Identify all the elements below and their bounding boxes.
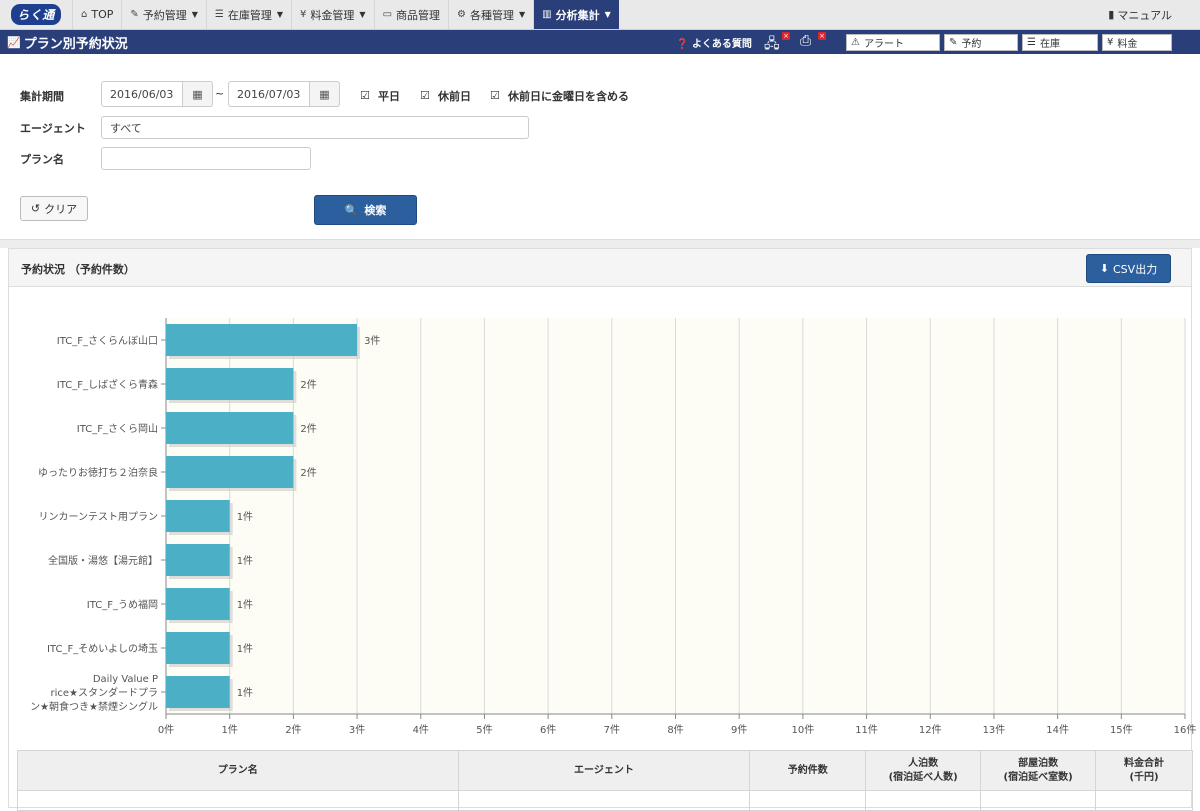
nav-item-products[interactable]: ▭ 商品管理 — [373, 0, 448, 29]
nav-item-label: 各種管理 — [470, 8, 514, 22]
nav-item-analytics[interactable]: ▥ 分析集計 ▼ — [533, 0, 619, 29]
calendar-icon: ▦ — [319, 87, 330, 101]
nav-item-label: 商品管理 — [396, 8, 441, 22]
include-friday-checkbox[interactable]: ☑ 休前日に金曜日を含める — [490, 88, 629, 104]
clear-button[interactable]: ↺ クリア — [20, 196, 88, 221]
col-agent[interactable]: エージェント — [457, 750, 751, 791]
checkbox-label: 休前日に金曜日を含める — [508, 90, 629, 103]
logo-text: らく通 — [11, 4, 61, 25]
quick-alert-button[interactable]: ⚠ アラート — [846, 34, 940, 51]
check-icon: ☑ — [360, 89, 370, 102]
col-room-nights[interactable]: 部屋泊数 (宿泊延べ室数) — [980, 750, 1097, 791]
calendar-to-button[interactable]: ▦ — [310, 81, 340, 107]
nav-item-top[interactable]: ⌂ TOP — [72, 0, 121, 29]
quick-reservation-button[interactable]: ✎ 予約 — [944, 34, 1018, 51]
network-status-icon[interactable]: 🖧 × — [764, 32, 790, 52]
table-row[interactable] — [17, 790, 1193, 811]
printer-status-icon[interactable]: ⎙ × — [800, 32, 826, 51]
csv-export-button[interactable]: ⬇ CSV出力 — [1086, 254, 1171, 283]
nav-item-label: 分析集計 — [555, 8, 600, 22]
calendar-from-button[interactable]: ▦ — [183, 81, 213, 107]
checkbox-label: 休前日 — [438, 90, 471, 103]
error-badge-icon: × — [818, 32, 826, 40]
page-title: 📈 プラン別予約状況 — [7, 33, 128, 52]
line-chart-icon: 📈 — [7, 35, 21, 49]
panel-title: 予約状況 （予約件数） — [21, 263, 135, 276]
table-header-row: プラン名 エージェント 予約件数 人泊数 (宿泊延べ人数) 部屋泊数 (宿泊延べ室数… — [17, 750, 1193, 791]
faq-link[interactable]: ❓ よくある質問 — [676, 35, 752, 50]
weekday-checkbox[interactable]: ☑ 平日 — [360, 88, 400, 104]
top-nav: らく通 ⌂ TOP ✎ 予約管理 ▼ ☰ 在庫管理 ▼ ¥ 料金管理 ▼ ▭ 商… — [0, 0, 1200, 30]
agent-label: エージェント — [20, 122, 86, 135]
hdd-icon: ▭ — [382, 9, 393, 20]
search-button[interactable]: 🔍 検索 — [314, 195, 417, 225]
check-icon: ☑ — [420, 89, 430, 102]
nav-item-reservations[interactable]: ✎ 予約管理 ▼ — [121, 0, 206, 29]
caret-down-icon: ▼ — [359, 10, 366, 19]
agent-select[interactable]: すべて — [101, 116, 529, 139]
quick-button-label: 在庫 — [1039, 39, 1060, 50]
faq-label: よくある質問 — [691, 39, 752, 50]
quick-button-label: アラート — [863, 39, 904, 50]
results-panel: 予約状況 （予約件数） ⬇ CSV出力 — [8, 248, 1192, 808]
edit-icon: ✎ — [130, 9, 139, 20]
caret-down-icon: ▼ — [191, 10, 198, 19]
plan-name-label: プラン名 — [20, 153, 64, 166]
bar-chart-icon: ▥ — [542, 9, 552, 20]
caret-down-icon: ▼ — [519, 10, 526, 19]
date-from-input[interactable]: 2016/06/03 — [101, 81, 183, 107]
search-label: 検索 — [364, 204, 387, 217]
checkbox-label: 平日 — [378, 90, 400, 103]
manual-link[interactable]: ▮ マニュアル — [1108, 0, 1200, 29]
clear-label: クリア — [44, 202, 78, 216]
quick-inventory-button[interactable]: ☰ 在庫 — [1022, 34, 1098, 51]
panel-header: 予約状況 （予約件数） ⬇ CSV出力 — [9, 249, 1191, 287]
quick-button-label: 予約 — [961, 39, 982, 50]
period-label: 集計期間 — [20, 90, 64, 103]
caret-down-icon: ▼ — [604, 10, 611, 19]
error-badge-icon: × — [782, 32, 790, 40]
nav-item-label: 料金管理 — [310, 8, 355, 22]
quick-button-label: 料金 — [1117, 39, 1138, 50]
csv-label: CSV出力 — [1113, 262, 1158, 276]
logo[interactable]: らく通 — [0, 0, 72, 29]
warning-icon: ⚠ — [851, 37, 860, 48]
calendar-icon: ▦ — [192, 87, 203, 101]
edit-icon: ✎ — [949, 37, 958, 48]
nav-item-settings[interactable]: ⚙ 各種管理 ▼ — [448, 0, 533, 29]
book-icon: ▮ — [1108, 8, 1115, 21]
col-reservation-count[interactable]: 予約件数 — [749, 750, 867, 791]
gear-icon: ⚙ — [457, 9, 466, 20]
col-total-price[interactable]: 料金合計 (千円) — [1095, 750, 1193, 791]
section-divider — [0, 240, 1200, 248]
manual-label: マニュアル — [1117, 8, 1172, 22]
question-circle-icon: ❓ — [676, 39, 689, 50]
undo-icon: ↺ — [30, 202, 41, 215]
results-table: プラン名 エージェント 予約件数 人泊数 (宿泊延べ人数) 部屋泊数 (宿泊延べ室数… — [17, 750, 1193, 811]
nav-item-inventory[interactable]: ☰ 在庫管理 ▼ — [205, 0, 291, 29]
yen-icon: ¥ — [1107, 37, 1114, 48]
yen-icon: ¥ — [300, 9, 307, 20]
plan-name-input[interactable] — [101, 147, 311, 170]
download-icon: ⬇ — [1099, 262, 1109, 275]
caret-down-icon: ▼ — [276, 10, 284, 19]
quick-pricing-button[interactable]: ¥ 料金 — [1102, 34, 1172, 51]
search-icon: 🔍 — [344, 203, 359, 217]
page-title-text: プラン別予約状況 — [23, 36, 128, 52]
nav-item-pricing[interactable]: ¥ 料金管理 ▼ — [291, 0, 374, 29]
date-to-input[interactable]: 2016/07/03 — [228, 81, 310, 107]
col-plan-name[interactable]: プラン名 — [17, 750, 459, 791]
home-icon: ⌂ — [81, 9, 88, 20]
date-separator: ~ — [215, 87, 225, 100]
title-bar: 📈 プラン別予約状況 ❓ よくある質問 🖧 × ⎙ × ⚠ アラート ✎ 予約 ☰ … — [0, 30, 1200, 54]
list-icon: ☰ — [1027, 37, 1036, 48]
holiday-eve-checkbox[interactable]: ☑ 休前日 — [420, 88, 471, 104]
nav-item-label: 在庫管理 — [227, 8, 272, 22]
list-icon: ☰ — [214, 9, 224, 20]
search-form: 集計期間 2016/06/03 ▦ ~ 2016/07/03 ▦ ☑ 平日 ☑ … — [0, 54, 1200, 240]
check-icon: ☑ — [490, 89, 500, 102]
col-person-nights[interactable]: 人泊数 (宿泊延べ人数) — [865, 750, 982, 791]
nav-item-label: 予約管理 — [142, 8, 187, 22]
nav-item-label: TOP — [91, 8, 114, 21]
